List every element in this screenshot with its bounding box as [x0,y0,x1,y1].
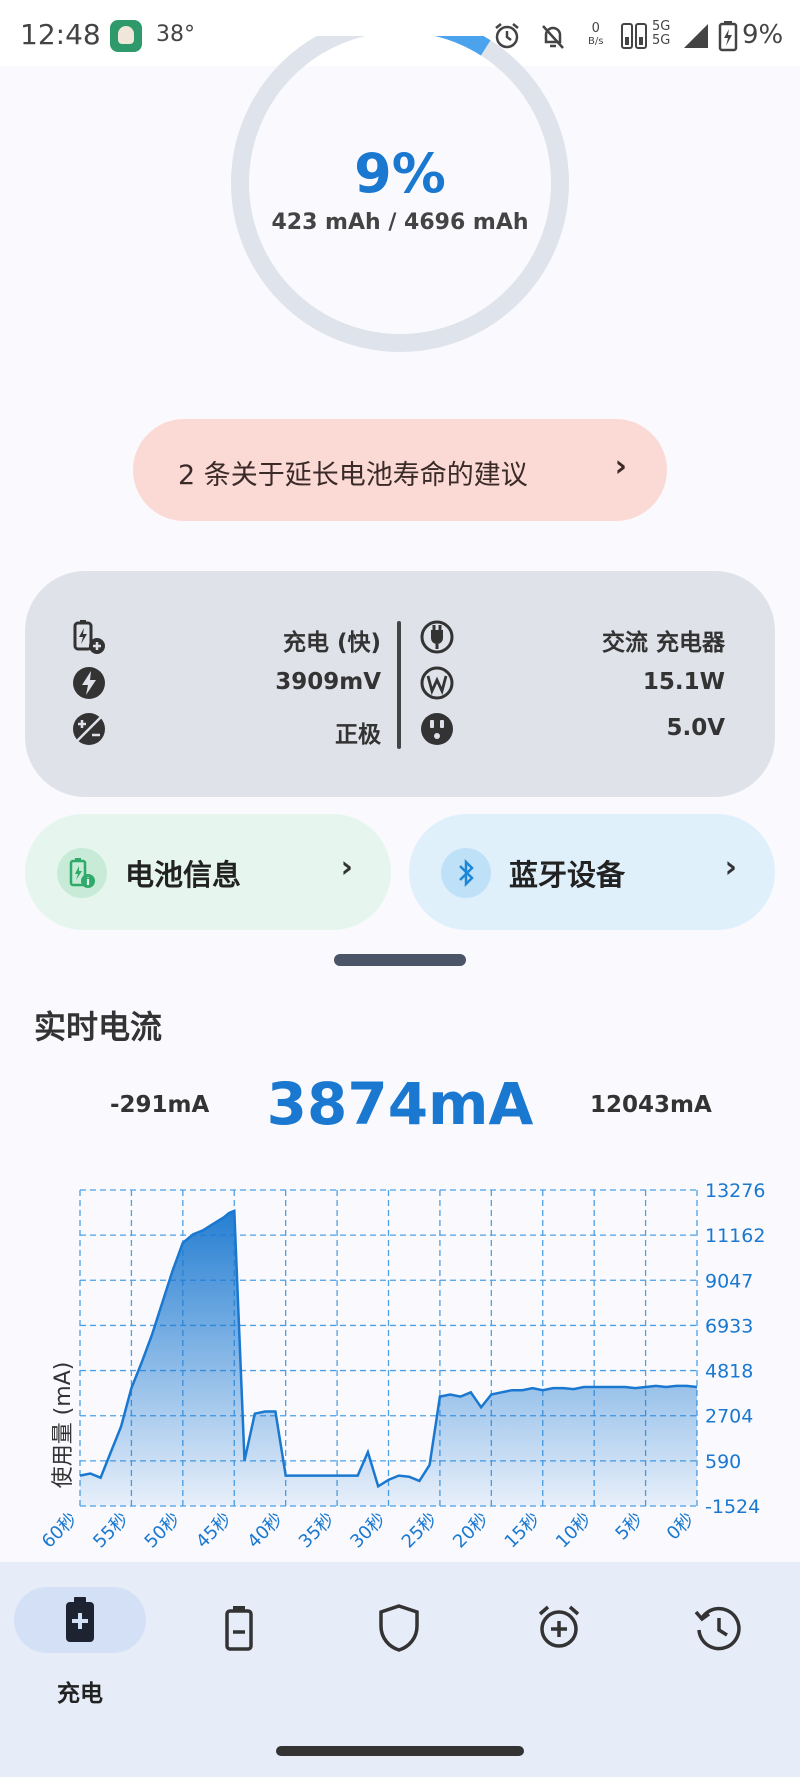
y-tick-label: 6933 [705,1315,753,1337]
x-tick-label: 55秒 [89,1509,133,1553]
bolt-icon [73,667,105,699]
y-tick-label: 590 [705,1451,741,1473]
bluetooth-devices-button[interactable]: 蓝牙设备 › [409,814,775,930]
home-indicator [276,1746,524,1756]
battery-info-button[interactable]: 电池信息 › [25,814,391,930]
y-tick-label: 9047 [705,1270,753,1292]
nav-charge-label: 充电 [57,1681,103,1707]
x-tick-label: 5秒 [611,1509,647,1545]
drag-handle[interactable] [334,954,466,966]
voltage-output-value: 5.0V [666,715,725,741]
battery-icon[interactable] [222,1604,256,1652]
x-tick-label: 35秒 [295,1509,339,1553]
outlet-icon [421,713,453,745]
y-tick-label: -1524 [705,1496,760,1518]
battery-charging-icon [73,620,105,654]
status-battery-percent: 9% [742,20,784,50]
x-tick-label: 25秒 [398,1509,442,1553]
chevron-right-icon: › [340,850,353,885]
charge-status: 充电 (快) [282,630,381,656]
chevron-right-icon: › [614,449,627,484]
plug-icon [420,620,454,654]
x-tick-label: 50秒 [141,1509,185,1553]
battery-tips-button[interactable]: 2 条关于延长电池寿命的建议 › [133,419,667,521]
y-tick-label: 2704 [705,1406,753,1428]
battery-status-icon [718,21,738,52]
polarity-value: 正极 [335,722,381,748]
card-divider [397,621,401,749]
y-tick-label: 13276 [705,1180,765,1202]
network-type: 5G 5G [652,20,670,48]
network-type-1: 5G [652,19,671,34]
alarm-add-icon[interactable] [534,1602,584,1652]
battery-info-label: 电池信息 [125,858,242,892]
watt-icon [420,666,454,700]
charging-info-card: 充电 (快) 3909mV 正极 交流 充电器 15.1W 5.0V [25,571,775,797]
charge-icon [66,1597,94,1642]
current-chart: 13276 11162 9047 6933 4818 2704 590 -1524 60秒 55… [38,1180,766,1553]
ring-fill [434,36,491,56]
x-tick-label: 40秒 [243,1509,287,1553]
tips-label: 2 条关于延长电池寿命的建议 [178,460,528,491]
net-speed: 0 B/s [588,22,603,48]
battery-info-icon [57,848,107,898]
net-speed-unit: B/s [588,36,604,47]
signal-icon [684,24,708,48]
section-title: 实时电流 [34,1008,163,1046]
sim-card-icon [621,23,647,49]
voltage-value: 3909mV [275,669,381,695]
x-tick-label: 20秒 [449,1509,493,1553]
battery-capacity: 423 mAh / 4696 mAh [271,210,529,235]
x-tick-label: 60秒 [38,1509,82,1553]
polarity-icon [73,713,105,745]
shield-icon[interactable] [376,1602,422,1654]
y-axis-label: 使用量 (mA) [51,1362,76,1489]
status-temperature: 38° [156,22,195,47]
y-tick-label: 4818 [705,1361,753,1383]
x-tick-label: 10秒 [552,1509,596,1553]
battery-percent: 9% [354,142,446,205]
bluetooth-icon [441,848,491,898]
bluetooth-label: 蓝牙设备 [509,858,626,892]
bottom-navigation: 充电 [0,1562,800,1777]
notification-avatar-icon [110,20,142,52]
x-tick-label: 15秒 [501,1509,545,1553]
x-tick-label: 30秒 [346,1509,390,1553]
history-icon[interactable] [692,1602,744,1654]
network-type-2: 5G [652,33,671,48]
chevron-right-icon: › [724,850,737,885]
y-tick-label: 11162 [705,1225,765,1247]
x-tick-label: 45秒 [192,1509,236,1553]
charger-type: 交流 充电器 [601,630,725,656]
power-value: 15.1W [642,669,725,695]
x-tick-label: 0秒 [663,1509,699,1545]
max-current: 12043mA [590,1092,712,1118]
status-time: 12:48 [20,18,101,51]
net-speed-value: 0 [591,21,600,36]
